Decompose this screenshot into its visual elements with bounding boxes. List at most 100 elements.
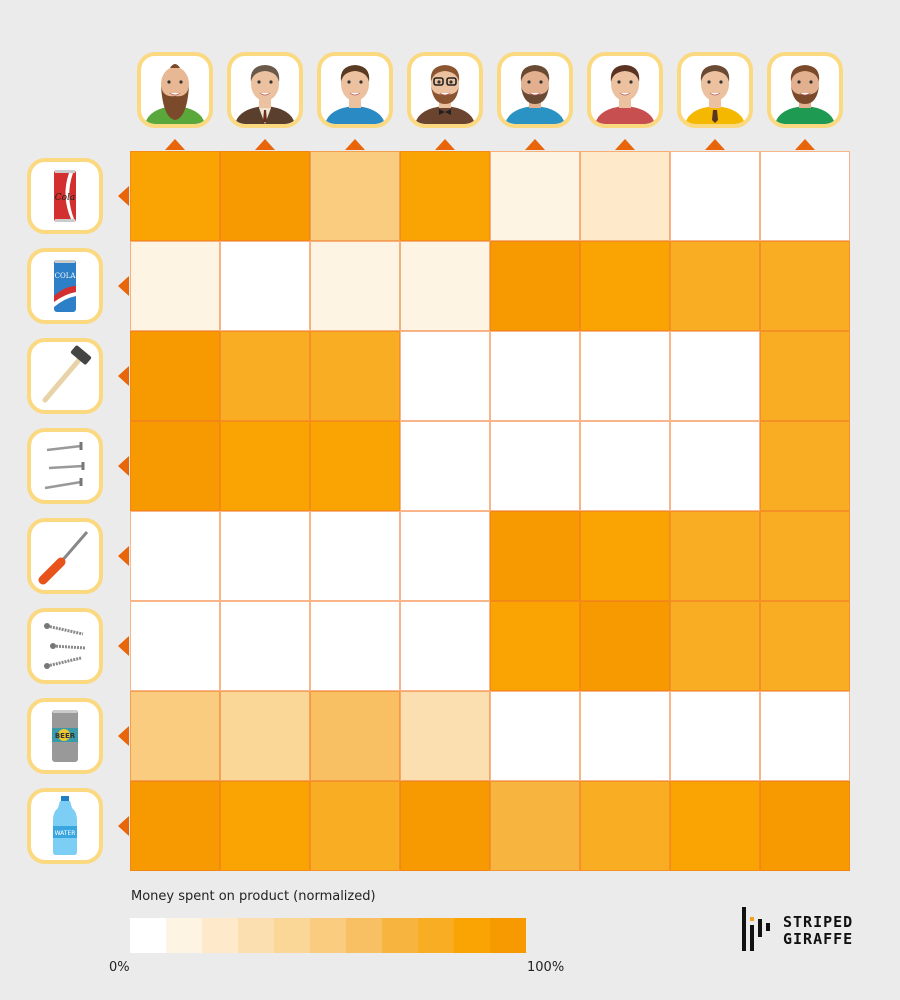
heatmap-cell-screws-customer-8 [760, 601, 850, 691]
heatmap-cell-nails-customer-5 [490, 421, 580, 511]
legend-swatch-70 [382, 918, 418, 953]
heatmap-cell-water-customer-8 [760, 781, 850, 871]
heatmap-cell-screws-customer-5 [490, 601, 580, 691]
heatmap-cell-screwdriver-customer-4 [400, 511, 490, 601]
heatmap-cell-blue-cola-customer-3 [310, 241, 400, 331]
heatmap-cell-screwdriver-customer-7 [670, 511, 760, 601]
heatmap-cell-screws-customer-4 [400, 601, 490, 691]
heatmap-cell-hammer-customer-7 [670, 331, 760, 421]
legend-swatch-60 [346, 918, 382, 953]
legend-title: Money spent on product (normalized) [131, 889, 376, 904]
bald-bearded-man-green-shirt-avatar [137, 52, 213, 128]
row-pointer-icon [118, 816, 129, 836]
heatmap-cell-blue-cola-customer-8 [760, 241, 850, 331]
heatmap-cell-hammer-customer-3 [310, 331, 400, 421]
hammer-icon [27, 338, 103, 414]
nails-icon [27, 428, 103, 504]
heatmap-cell-beer-customer-3 [310, 691, 400, 781]
heatmap-cell-hammer-customer-5 [490, 331, 580, 421]
heatmap-cell-nails-customer-2 [220, 421, 310, 511]
red-cola-can-icon: Cola [27, 158, 103, 234]
blue-cola-can-icon: COLA [27, 248, 103, 324]
color-scale-legend [130, 918, 526, 953]
row-pointer-icon [118, 366, 129, 386]
heatmap-cell-water-customer-7 [670, 781, 760, 871]
beer-can-icon: BEER [27, 698, 103, 774]
brand-line-2: GIRAFFE [783, 930, 854, 948]
bearded-man-green-striped-shirt-avatar [767, 52, 843, 128]
brand-name: STRIPED GIRAFFE [783, 914, 853, 948]
heatmap-cell-nails-customer-8 [760, 421, 850, 511]
heatmap-cell-screws-customer-6 [580, 601, 670, 691]
heatmap-cell-blue-cola-customer-5 [490, 241, 580, 331]
heatmap-cell-nails-customer-1 [130, 421, 220, 511]
legend-swatch-80 [418, 918, 454, 953]
legend-swatch-20 [202, 918, 238, 953]
legend-swatch-0 [130, 918, 166, 953]
legend-max-label: 100% [527, 960, 565, 975]
heatmap-grid [130, 151, 850, 871]
heatmap-cell-nails-customer-4 [400, 421, 490, 511]
heatmap-cell-nails-customer-6 [580, 421, 670, 511]
heatmap-cell-hammer-customer-4 [400, 331, 490, 421]
heatmap-cell-blue-cola-customer-6 [580, 241, 670, 331]
heatmap-cell-blue-cola-customer-4 [400, 241, 490, 331]
row-pointer-icon [118, 546, 129, 566]
heatmap-cell-red-cola-customer-1 [130, 151, 220, 241]
heatmap-cell-water-customer-1 [130, 781, 220, 871]
striped-giraffe-logo: STRIPED GIRAFFE [740, 905, 852, 957]
row-pointer-icon [118, 186, 129, 206]
screws-icon [27, 608, 103, 684]
screwdriver-icon [27, 518, 103, 594]
heatmap-cell-hammer-customer-6 [580, 331, 670, 421]
heatmap-cell-beer-customer-1 [130, 691, 220, 781]
heatmap-cell-nails-customer-3 [310, 421, 400, 511]
man-red-shirt-avatar [587, 52, 663, 128]
heatmap-cell-red-cola-customer-6 [580, 151, 670, 241]
hipster-glasses-bowtie-avatar [407, 52, 483, 128]
heatmap-cell-water-customer-2 [220, 781, 310, 871]
heatmap-cell-screws-customer-1 [130, 601, 220, 691]
row-pointer-icon [118, 276, 129, 296]
column-pointer-icon [345, 139, 365, 150]
row-pointer-icon [118, 456, 129, 476]
businessman-suit-tie-avatar [227, 52, 303, 128]
column-pointer-icon [525, 139, 545, 150]
heatmap-cell-beer-customer-5 [490, 691, 580, 781]
heatmap-cell-red-cola-customer-8 [760, 151, 850, 241]
legend-min-label: 0% [109, 960, 130, 975]
heatmap-cell-hammer-customer-2 [220, 331, 310, 421]
heatmap-cell-screwdriver-customer-2 [220, 511, 310, 601]
heatmap-cell-red-cola-customer-4 [400, 151, 490, 241]
column-pointer-icon [165, 139, 185, 150]
heatmap-cell-blue-cola-customer-1 [130, 241, 220, 331]
heatmap-cell-screws-customer-7 [670, 601, 760, 691]
heatmap-cell-beer-customer-4 [400, 691, 490, 781]
heatmap-cell-water-customer-4 [400, 781, 490, 871]
column-pointer-icon [615, 139, 635, 150]
heatmap-cell-screwdriver-customer-1 [130, 511, 220, 601]
row-pointer-icon [118, 636, 129, 656]
heatmap-cell-nails-customer-7 [670, 421, 760, 511]
heatmap-cell-red-cola-customer-2 [220, 151, 310, 241]
heatmap-cell-beer-customer-2 [220, 691, 310, 781]
svg-text:BEER: BEER [55, 732, 76, 740]
column-pointer-icon [705, 139, 725, 150]
heatmap-cell-beer-customer-7 [670, 691, 760, 781]
heatmap-cell-screws-customer-2 [220, 601, 310, 691]
brand-line-1: STRIPED [783, 913, 854, 931]
heatmap-cell-screwdriver-customer-5 [490, 511, 580, 601]
heatmap-cell-red-cola-customer-3 [310, 151, 400, 241]
legend-swatch-40 [274, 918, 310, 953]
heatmap-cell-beer-customer-6 [580, 691, 670, 781]
heatmap-cell-blue-cola-customer-7 [670, 241, 760, 331]
heatmap-cell-screwdriver-customer-3 [310, 511, 400, 601]
heatmap-cell-screwdriver-customer-8 [760, 511, 850, 601]
legend-swatch-10 [166, 918, 202, 953]
svg-text:Cola: Cola [55, 193, 76, 203]
heatmap-cell-blue-cola-customer-2 [220, 241, 310, 331]
legend-swatch-90 [454, 918, 490, 953]
young-man-blue-shirt-avatar [317, 52, 393, 128]
svg-text:COLA: COLA [55, 272, 77, 280]
column-pointer-icon [255, 139, 275, 150]
